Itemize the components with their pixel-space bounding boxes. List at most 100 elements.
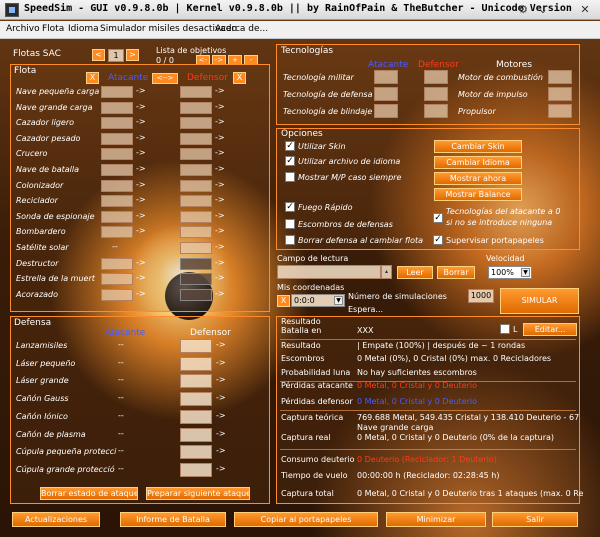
ship-defender-input[interactable] [180,133,212,145]
ship-attacker-input[interactable] [101,195,133,207]
tech-defensa-attacker-input[interactable] [374,87,398,101]
ship-attacker-input[interactable] [101,226,133,238]
minimize-icon[interactable]: – [554,1,572,19]
borrar-estado-button[interactable]: Borrar estado de ataque [40,487,138,500]
cambiar-skin-button[interactable]: Cambiar Skin [434,140,522,153]
motor-impulso-label: Motor de impulso [458,90,528,99]
defense-defender-input[interactable] [180,392,212,406]
campo-lectura-input[interactable] [277,265,381,279]
ship-name-label: Nave pequeña carga [16,87,100,96]
clear-attacker-fleet-button[interactable]: X [86,72,99,84]
result-label: Captura teórica [281,413,344,422]
mostrar-balance-button[interactable]: Mostrar Balance [434,188,522,201]
fuego-rapido-checkbox[interactable]: ✓ [285,202,295,212]
swap-fleets-button[interactable]: <--> [152,73,178,84]
defensa-defensor-header: Defensor [190,328,231,338]
campo-lectura-scroll[interactable]: ▴ [381,265,392,279]
propulsor-input[interactable] [548,104,572,118]
fleet-prev-button[interactable]: < [92,49,105,61]
settings-icon[interactable]: ⚙ [514,1,532,19]
num-simulaciones-input[interactable]: 1000 [468,289,494,303]
menu-flota[interactable]: Flota [42,24,64,34]
chevron-down-icon[interactable]: ⌄ [534,1,552,19]
defense-defender-input[interactable] [180,463,212,477]
tech-militar-defender-input[interactable] [424,70,448,84]
arrow-icon: -> [136,117,146,126]
informe-batalla-button[interactable]: Informe de Batalla [120,512,226,527]
ship-attacker-input[interactable] [101,117,133,129]
ship-defender-input[interactable] [180,211,212,223]
supervisar-portapapeles-checkbox[interactable]: ✓ [433,235,443,245]
arrow-icon: -> [136,226,146,235]
l-checkbox[interactable] [500,324,510,334]
mostrar-mp-label: Mostrar M/P caso siempre [298,173,402,182]
motor-impulso-input[interactable] [548,87,572,101]
borrar-defensa-checkbox[interactable] [285,235,295,245]
fleet-next-button[interactable]: > [126,49,139,61]
mostrar-ahora-button[interactable]: Mostrar ahora [434,172,522,185]
cambiar-idioma-button[interactable]: Cambiar Idioma [434,156,522,169]
borrar-lectura-button[interactable]: Borrar [437,266,475,279]
ship-attacker-input[interactable] [101,273,133,285]
ship-defender-input[interactable] [180,273,212,285]
motor-combustion-label: Motor de combustión [458,73,543,82]
ship-defender-input[interactable] [180,195,212,207]
defense-defender-input[interactable] [180,410,212,424]
ship-attacker-input[interactable] [101,148,133,160]
ship-attacker-input[interactable] [101,133,133,145]
ship-defender-input[interactable] [180,258,212,270]
utilizar-idioma-checkbox[interactable]: ✓ [285,156,295,166]
ship-defender-input[interactable] [180,226,212,238]
defense-defender-input[interactable] [180,339,212,353]
resultado-title: Resultado [281,317,321,326]
tech-blindaje-defender-input[interactable] [424,104,448,118]
coordenadas-select[interactable]: 0:0:0 ▼ [291,294,345,307]
defensa-atacante-header: Atacante [105,328,146,338]
escombros-defensas-checkbox[interactable] [285,219,295,229]
ship-defender-input[interactable] [180,242,212,254]
coordenadas-label: Mis coordenadas [277,283,345,292]
defense-attacker-dash: -- [118,340,124,349]
utilizar-skin-checkbox[interactable]: ✓ [285,141,295,151]
clear-defender-fleet-button[interactable]: X [233,72,246,84]
tech-atacante-cero-checkbox[interactable]: ✓ [433,213,443,223]
editar-button[interactable]: Editar... [523,323,577,336]
ship-attacker-input[interactable] [101,258,133,270]
ship-defender-input[interactable] [180,164,212,176]
mostrar-mp-checkbox[interactable] [285,172,295,182]
actualizaciones-button[interactable]: Actualizaciones [12,512,100,527]
ship-defender-input[interactable] [180,117,212,129]
minimizar-button[interactable]: Minimizar [386,512,486,527]
ship-attacker-input[interactable] [101,164,133,176]
motor-combustion-input[interactable] [548,70,572,84]
ship-attacker-input[interactable] [101,211,133,223]
close-icon[interactable]: ✕ [576,1,594,19]
menu-idioma[interactable]: Idioma [68,24,99,34]
fleet-number-input[interactable]: 1 [108,49,124,62]
ship-defender-input[interactable] [180,289,212,301]
ship-defender-input[interactable] [180,148,212,160]
defense-defender-input[interactable] [180,374,212,388]
ship-attacker-input[interactable] [101,289,133,301]
tech-militar-attacker-input[interactable] [374,70,398,84]
menu-archivo[interactable]: Archivo [6,24,40,34]
tech-blindaje-attacker-input[interactable] [374,104,398,118]
leer-button[interactable]: Leer [397,266,433,279]
ship-attacker-input[interactable] [101,102,133,114]
menu-acerca[interactable]: Acerca de... [215,24,268,34]
velocidad-select[interactable]: 100% ▼ [488,266,532,279]
ship-defender-input[interactable] [180,102,212,114]
ship-defender-input[interactable] [180,180,212,192]
tech-defensa-defender-input[interactable] [424,87,448,101]
ship-attacker-input[interactable] [101,86,133,98]
ship-attacker-input[interactable] [101,180,133,192]
salir-button[interactable]: Salir [492,512,578,527]
preparar-siguiente-button[interactable]: Preparar siguiente ataque [146,487,250,500]
defense-defender-input[interactable] [180,357,212,371]
defense-defender-input[interactable] [180,445,212,459]
simular-button[interactable]: SIMULAR [500,288,579,314]
defense-defender-input[interactable] [180,428,212,442]
copiar-portapapeles-button[interactable]: Copiar al portapapeles [234,512,378,527]
ship-defender-input[interactable] [180,86,212,98]
clear-coords-button[interactable]: X [277,295,290,307]
